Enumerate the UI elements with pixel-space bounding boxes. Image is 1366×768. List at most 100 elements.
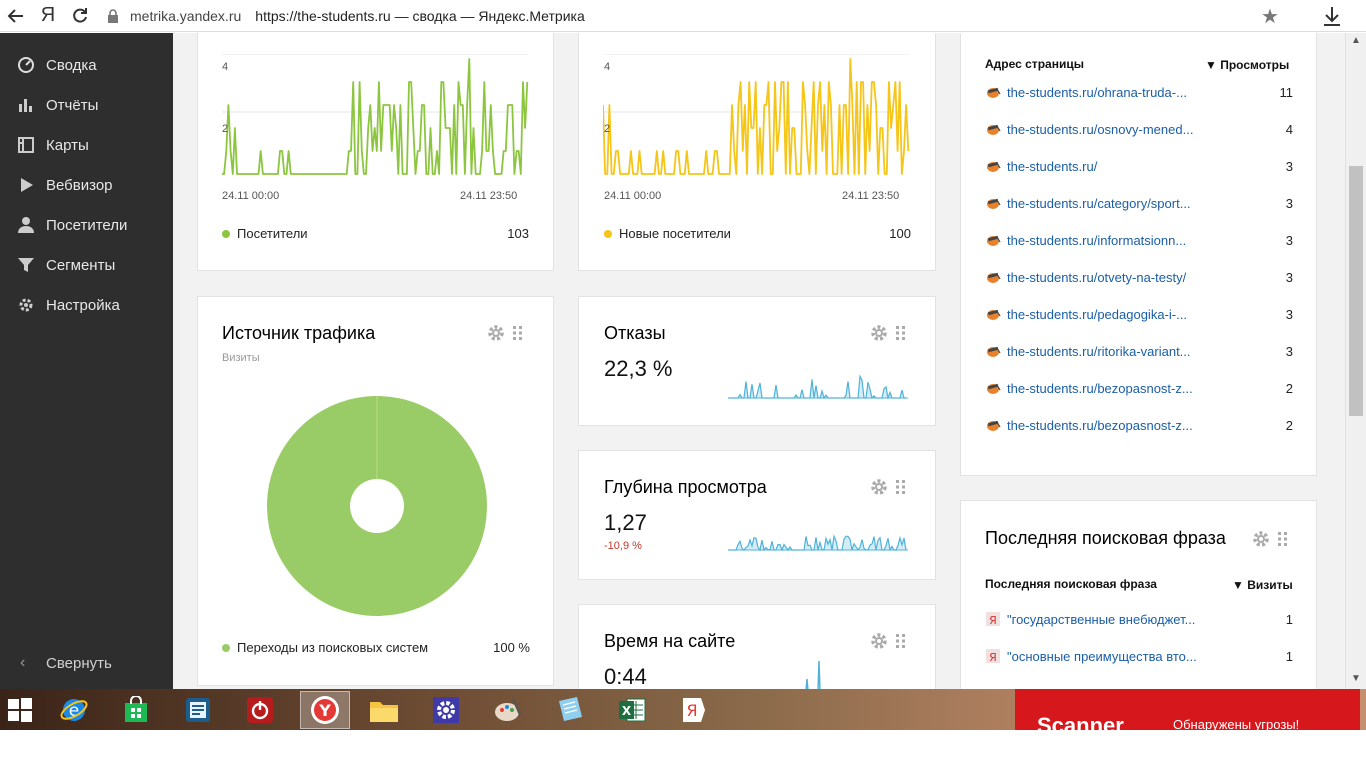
scanner-notification[interactable]: Scanner Обнаружены угрозы! xyxy=(1015,689,1360,730)
sidebar-item-settings[interactable]: Настройка xyxy=(0,285,173,325)
sidebar-item-label: Вебвизор xyxy=(46,176,113,194)
store-icon[interactable] xyxy=(116,691,156,729)
column-header-views[interactable]: ▼ Просмотры xyxy=(1205,58,1289,72)
download-icon xyxy=(1324,7,1340,26)
table-row[interactable]: the-students.ru/ohrana-truda-... 11 xyxy=(985,82,1293,102)
new-visitors-line-chart xyxy=(603,54,910,175)
sidebar-item-segments[interactable]: Сегменты xyxy=(0,245,173,285)
chart-legend[interactable]: Посетители xyxy=(222,226,308,241)
table-row[interactable]: the-students.ru/3 xyxy=(985,156,1293,176)
x-tick-label: 24.11 23:50 xyxy=(842,190,900,202)
table-row[interactable]: the-students.ru/pedagogika-i-... 3 xyxy=(985,304,1293,324)
sidebar-item-reports[interactable]: Отчёты xyxy=(0,85,173,125)
table-row[interactable]: the-students.ru/ritorika-variant... 3 xyxy=(985,341,1293,361)
traffic-donut-chart[interactable] xyxy=(266,395,488,617)
table-row[interactable]: the-students.ru/bezopasnost-z... 2 xyxy=(985,378,1293,398)
table-row[interactable]: the-students.ru/osnovy-mened... 4 xyxy=(985,119,1293,139)
yandex-browser-icon[interactable]: Y xyxy=(300,691,350,729)
site-favicon-icon xyxy=(987,309,1001,320)
table-row[interactable]: Я "государственные внебюджет... 1 xyxy=(985,609,1293,629)
scroll-thumb[interactable] xyxy=(1349,166,1363,416)
sidebar-item-summary[interactable]: Сводка xyxy=(0,45,173,85)
sidebar-item-webvisor[interactable]: Вебвизор xyxy=(0,165,173,205)
bookmark-star-icon[interactable]: ★ xyxy=(1258,4,1282,28)
time-on-site-card: Время на сайте 0:44 xyxy=(578,604,936,689)
traffic-source-card: Источник трафика Визиты Переходы из поис… xyxy=(197,296,554,686)
sidebar: Сводка Отчёты Карты Вебвизор Посетители … xyxy=(0,33,173,689)
drag-handle-icon[interactable] xyxy=(1277,531,1289,547)
page-link[interactable]: the-students.ru/otvety-na-testy/ xyxy=(1007,270,1203,285)
drag-handle-icon[interactable] xyxy=(512,325,524,341)
sidebar-item-maps[interactable]: Карты xyxy=(0,125,173,165)
address-bar[interactable]: metrika.yandex.ru https://the-students.r… xyxy=(100,3,585,29)
paint-icon[interactable] xyxy=(488,691,528,729)
gear-icon[interactable] xyxy=(486,323,506,343)
file-explorer-icon[interactable] xyxy=(364,691,404,729)
column-header-visits[interactable]: ▼ Визиты xyxy=(1232,578,1293,592)
page-link[interactable]: the-students.ru/pedagogika-i-... xyxy=(1007,307,1203,322)
collapse-label: Свернуть xyxy=(46,654,112,672)
legend-dot xyxy=(222,229,230,238)
page-link[interactable]: the-students.ru/category/sport... xyxy=(1007,196,1203,211)
drag-handle-icon[interactable] xyxy=(895,325,907,341)
page-link[interactable]: the-students.ru/ritorika-variant... xyxy=(1007,344,1203,359)
gear-icon[interactable] xyxy=(869,477,889,497)
drag-handle-icon[interactable] xyxy=(895,479,907,495)
y-tick-label: 4 xyxy=(222,61,229,73)
map-icon xyxy=(16,135,36,155)
yandex-icon[interactable]: Я xyxy=(674,691,714,729)
scroll-up-icon[interactable]: ▲ xyxy=(1351,35,1361,46)
sidebar-item-label: Карты xyxy=(46,136,89,154)
page-link[interactable]: the-students.ru/ohrana-truda-... xyxy=(1007,85,1203,100)
page-views: 11 xyxy=(1279,84,1294,100)
table-row[interactable]: the-students.ru/informatsionn... 3 xyxy=(985,230,1293,250)
chart-legend[interactable]: Переходы из поисковых систем xyxy=(222,640,428,655)
search-visits: 1 xyxy=(1285,648,1293,664)
table-row[interactable]: the-students.ru/bezopasnost-z... 2 xyxy=(985,415,1293,435)
chart-legend[interactable]: Новые посетители xyxy=(604,226,731,241)
page-link[interactable]: the-students.ru/bezopasnost-z... xyxy=(1007,381,1203,396)
search-phrase[interactable]: "государственные внебюджет... xyxy=(1007,612,1203,627)
page-depth-card: Глубина просмотра 1,27 -10,9 % xyxy=(578,450,936,580)
gear-icon[interactable] xyxy=(869,631,889,651)
search-visits: 1 xyxy=(1285,611,1293,627)
card-tools xyxy=(869,631,907,651)
internet-explorer-icon[interactable]: e xyxy=(54,691,94,729)
page-scrollbar[interactable]: ▲ ▼ xyxy=(1345,33,1366,689)
sidebar-item-visitors[interactable]: Посетители xyxy=(0,205,173,245)
scroll-down-icon[interactable]: ▼ xyxy=(1351,673,1361,684)
table-row[interactable]: Я "основные преимущества вто... 1 xyxy=(985,646,1293,666)
legend-label: Переходы из поисковых систем xyxy=(237,640,429,655)
back-button[interactable] xyxy=(0,0,32,32)
sidebar-item-label: Отчёты xyxy=(46,96,99,114)
reload-button[interactable] xyxy=(64,0,96,32)
power-icon[interactable] xyxy=(240,691,280,729)
scanner-title: Scanner xyxy=(1037,713,1124,730)
table-row[interactable]: the-students.ru/otvety-na-testy/3 xyxy=(985,267,1293,287)
time-sparkline xyxy=(805,660,821,689)
page-link[interactable]: the-students.ru/ xyxy=(1007,159,1203,174)
yandex-home-button[interactable]: Я xyxy=(32,0,64,32)
page-link[interactable]: the-students.ru/osnovy-mened... xyxy=(1007,122,1203,137)
notepad-icon[interactable] xyxy=(550,691,590,729)
legend-label: Посетители xyxy=(237,226,308,241)
collapse-sidebar-button[interactable]: ‹ Свернуть xyxy=(0,643,173,683)
page-link[interactable]: the-students.ru/bezopasnost-z... xyxy=(1007,418,1203,433)
windows-start-icon[interactable] xyxy=(0,691,40,729)
gear-icon[interactable] xyxy=(869,323,889,343)
page-link[interactable]: the-students.ru/informatsionn... xyxy=(1007,233,1203,248)
drag-handle-icon[interactable] xyxy=(895,633,907,649)
task-manager-icon[interactable] xyxy=(178,691,218,729)
card-tools xyxy=(486,323,524,343)
legend-dot xyxy=(222,643,230,652)
site-favicon-icon xyxy=(987,161,1001,172)
download-button[interactable] xyxy=(1318,2,1346,30)
excel-icon[interactable]: X xyxy=(612,691,652,729)
card-title: Время на сайте xyxy=(604,631,736,651)
gear-icon[interactable] xyxy=(1251,529,1271,549)
search-phrase[interactable]: "основные преимущества вто... xyxy=(1007,649,1203,664)
metric-value: 1,27 xyxy=(604,510,647,535)
settings-icon[interactable] xyxy=(426,691,466,729)
last-search-phrase-card: Последняя поисковая фраза Последняя поис… xyxy=(960,500,1317,689)
table-row[interactable]: the-students.ru/category/sport... 3 xyxy=(985,193,1293,213)
